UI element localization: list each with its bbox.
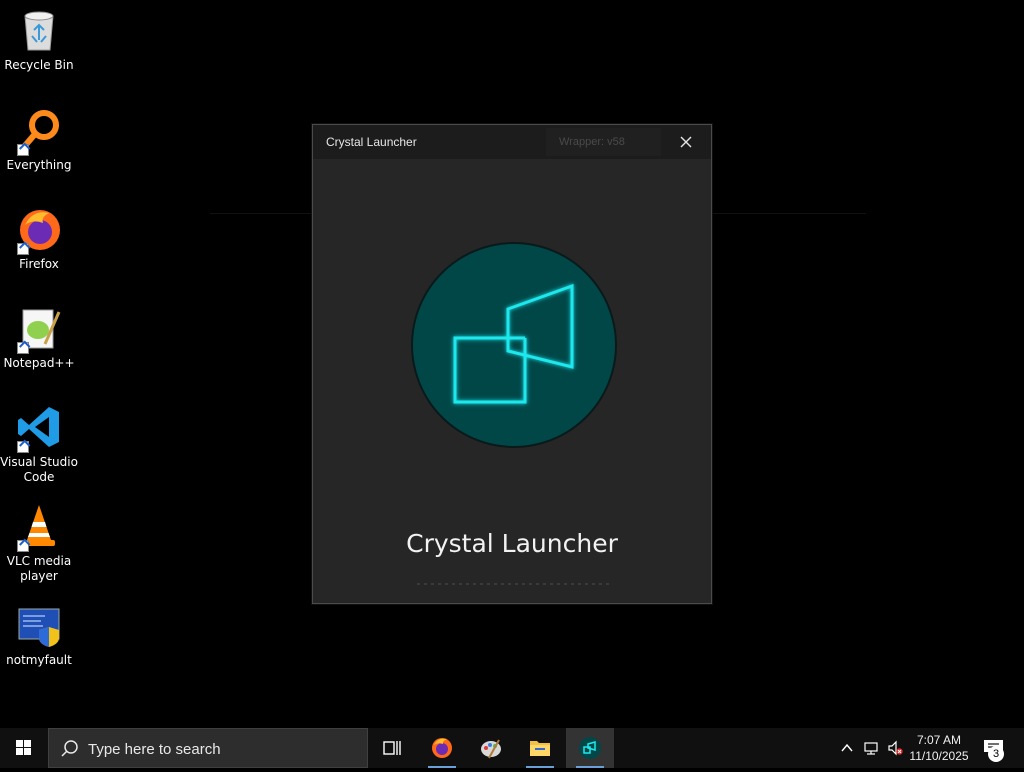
desktop-icon-label: Notepad++ — [3, 356, 75, 370]
shortcut-arrow-icon — [17, 540, 29, 552]
desktop-icon-vlc[interactable]: VLC media player — [0, 496, 78, 584]
folder-icon — [530, 741, 550, 756]
windows-logo-icon — [16, 740, 31, 755]
chevron-up-icon — [841, 743, 853, 752]
taskbar-crystal-launcher-button[interactable] — [566, 728, 614, 768]
loading-indicator — [417, 583, 613, 585]
desktop-icon-label: Visual Studio Code — [0, 455, 78, 484]
desktop-icon-label: Everything — [6, 158, 72, 172]
task-view-icon — [383, 741, 401, 755]
volume-muted-icon — [888, 740, 903, 756]
shortcut-arrow-icon — [17, 243, 29, 255]
taskbar-file-explorer-button[interactable] — [516, 728, 564, 768]
taskbar-search-box[interactable]: Type here to search — [48, 728, 368, 768]
search-placeholder: Type here to search — [88, 741, 221, 758]
window-title: Crystal Launcher — [326, 135, 417, 149]
desktop-icon-notmyfault[interactable]: notmyfault — [0, 595, 78, 668]
recycle-bin-icon — [15, 6, 63, 54]
desktop-icon-vscode[interactable]: Visual Studio Code — [0, 397, 78, 485]
taskbar-clock[interactable]: 7:07 AM 11/10/2025 — [904, 732, 974, 764]
task-view-button[interactable] — [368, 728, 416, 768]
everything-search-icon — [15, 106, 63, 156]
show-hidden-icons-button[interactable] — [835, 728, 859, 768]
taskbar: Type here to search 7:07 AM 11/10/2025 3 — [0, 728, 1024, 768]
title-bar[interactable]: Crystal Launcher Wrapper: v58 — [313, 125, 711, 159]
close-button[interactable] — [672, 131, 700, 153]
notepad-plus-plus-icon — [15, 304, 63, 354]
vlc-icon — [15, 502, 63, 552]
clock-time: 7:07 AM — [916, 733, 962, 747]
network-icon — [864, 742, 878, 755]
desktop-icon-label: VLC media player — [6, 554, 72, 583]
wrapper-version-label: Wrapper: v58 — [546, 128, 661, 156]
shortcut-arrow-icon — [17, 441, 29, 453]
paint-palette-icon — [481, 739, 501, 759]
firefox-icon — [432, 738, 452, 758]
network-tray-button[interactable] — [859, 728, 883, 768]
start-button[interactable] — [0, 728, 48, 768]
desktop-icon-recycle-bin[interactable]: Recycle Bin — [0, 0, 78, 73]
vscode-icon — [15, 403, 63, 453]
search-icon — [61, 740, 78, 757]
desktop-icon-label: notmyfault — [6, 653, 72, 667]
desktop-icon-label: Recycle Bin — [4, 58, 74, 72]
shortcut-arrow-icon — [17, 342, 29, 354]
notmyfault-icon — [15, 601, 63, 649]
crystal-launcher-logo — [410, 241, 618, 449]
taskbar-paint-button[interactable] — [467, 728, 515, 768]
shortcut-arrow-icon — [17, 144, 29, 156]
clock-date: 11/10/2025 — [909, 749, 969, 763]
desktop-icon-label: Firefox — [19, 257, 59, 271]
firefox-icon — [15, 205, 63, 255]
desktop-icon-firefox[interactable]: Firefox — [0, 199, 78, 272]
crystal-launcher-icon — [579, 737, 601, 759]
app-name-heading: Crystal Launcher — [406, 529, 618, 558]
desktop-icon-everything[interactable]: Everything — [0, 100, 78, 173]
notification-count-badge: 3 — [988, 746, 1004, 762]
taskbar-firefox-button[interactable] — [418, 728, 466, 768]
close-icon — [680, 136, 692, 148]
desktop-icon-notepad-plus-plus[interactable]: Notepad++ — [0, 298, 78, 371]
crystal-launcher-window: Crystal Launcher Wrapper: v58 Crystal La… — [312, 124, 712, 604]
